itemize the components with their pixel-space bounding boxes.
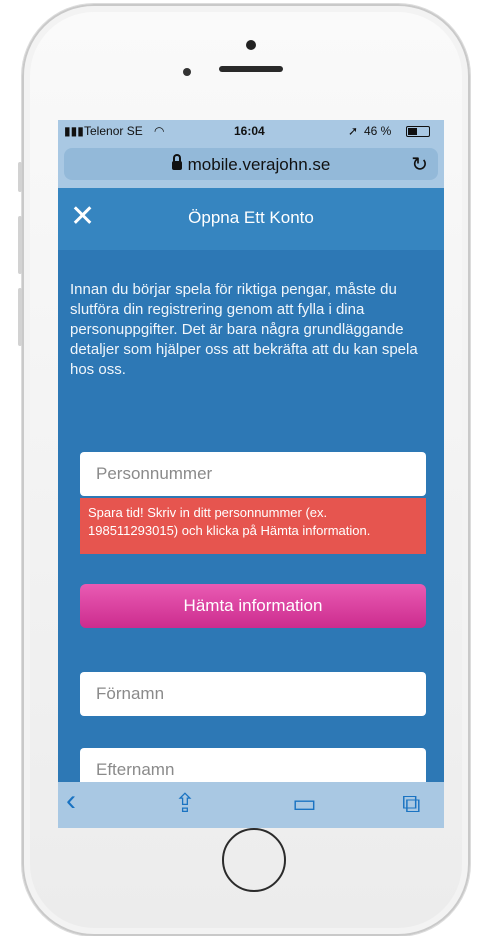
personnummer-input[interactable] bbox=[80, 452, 426, 496]
share-icon[interactable]: ⇪ bbox=[174, 788, 196, 819]
location-icon: ➚ bbox=[348, 124, 359, 138]
reload-icon[interactable]: ↻ bbox=[411, 152, 428, 177]
home-button[interactable] bbox=[222, 828, 286, 892]
battery-percent: 46 % bbox=[364, 124, 392, 138]
signal-icon: ▮▮▮ bbox=[64, 124, 84, 138]
browser-toolbar: ‹ ⇪ ▭ ⧉ bbox=[58, 782, 444, 828]
side-button bbox=[18, 288, 22, 346]
carrier-label: Telenor SE bbox=[84, 124, 143, 138]
error-message: Spara tid! Skriv in ditt personnummer (e… bbox=[80, 498, 426, 554]
app-header: ✕ Öppna Ett Konto bbox=[58, 188, 444, 250]
phone-screen: ▮▮▮ Telenor SE ◠ 16:04 ➚ 46 % mobile.ver… bbox=[58, 120, 444, 828]
url-text: mobile.verajohn.se bbox=[187, 155, 331, 174]
earpiece-speaker bbox=[219, 66, 283, 72]
side-button bbox=[18, 162, 22, 192]
bookmarks-icon[interactable]: ▭ bbox=[292, 788, 317, 819]
tabs-icon[interactable]: ⧉ bbox=[402, 788, 421, 820]
status-bar: ▮▮▮ Telenor SE ◠ 16:04 ➚ 46 % bbox=[58, 120, 444, 142]
url-field[interactable]: mobile.verajohn.se ↻ bbox=[64, 148, 438, 180]
back-icon[interactable]: ‹ bbox=[66, 784, 76, 818]
browser-url-bar: mobile.verajohn.se ↻ bbox=[58, 142, 444, 188]
side-button bbox=[18, 216, 22, 274]
fetch-info-button[interactable]: Hämta information bbox=[80, 584, 426, 628]
sensor bbox=[183, 68, 191, 76]
battery-icon bbox=[406, 126, 430, 137]
lock-icon bbox=[171, 154, 182, 170]
clock: 16:04 bbox=[234, 124, 265, 138]
front-camera bbox=[246, 40, 256, 50]
wifi-icon: ◠ bbox=[154, 124, 165, 138]
intro-text: Innan du börjar spela för riktiga pengar… bbox=[70, 281, 418, 378]
first-name-input[interactable] bbox=[80, 672, 426, 716]
page-title: Öppna Ett Konto bbox=[188, 208, 314, 227]
